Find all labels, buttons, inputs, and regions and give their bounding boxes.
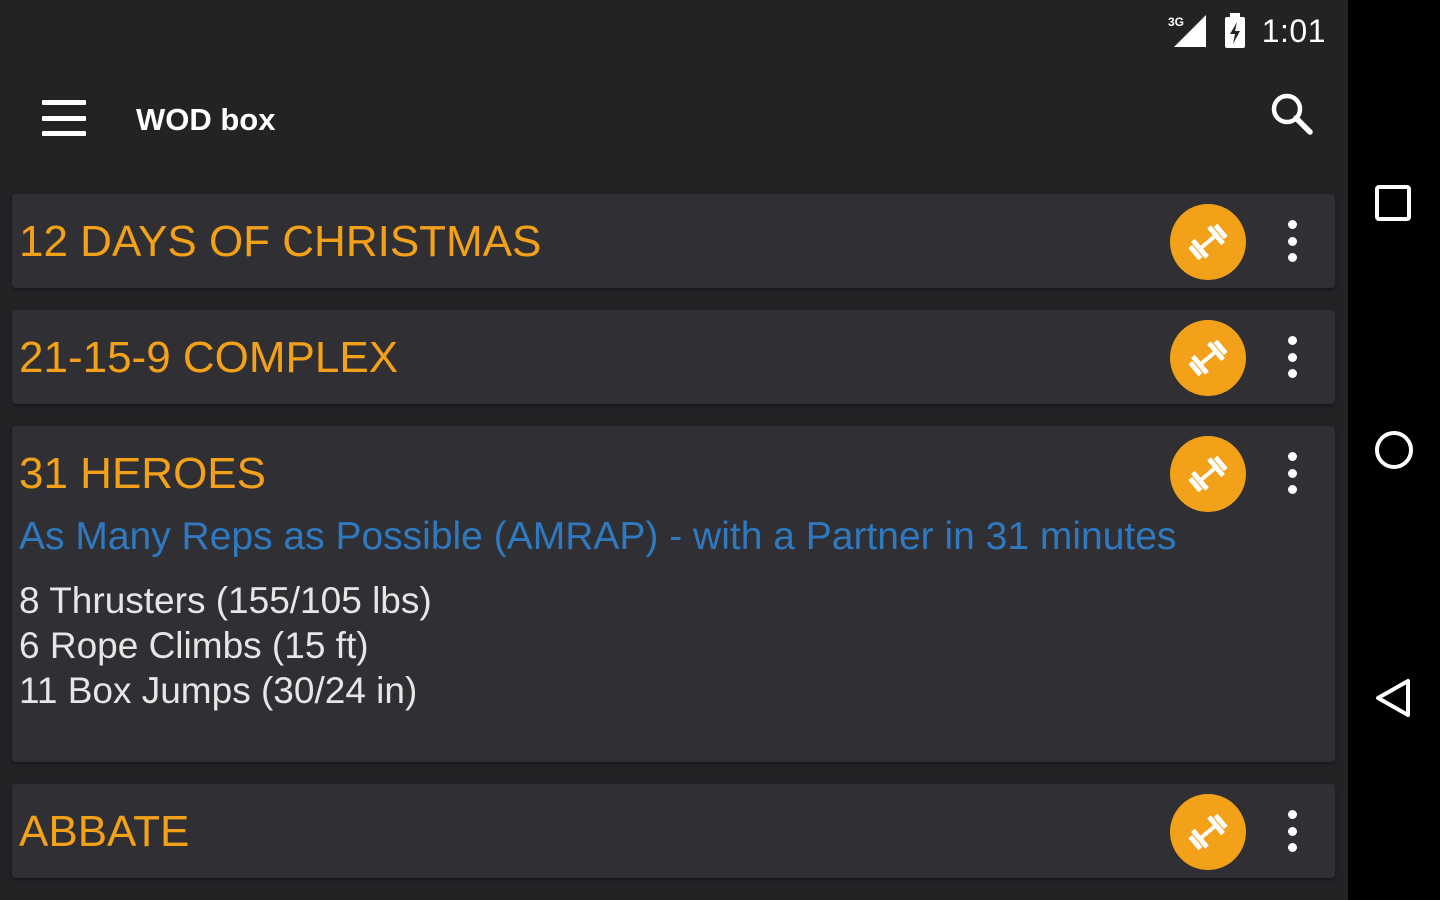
home-icon[interactable] (1372, 428, 1416, 472)
wod-card[interactable]: 21-15-9 COMPLEX (12, 310, 1335, 404)
dumbbell-icon[interactable] (1170, 204, 1246, 280)
more-vert-icon[interactable] (1280, 332, 1304, 382)
network-type-label: 3G (1168, 15, 1184, 29)
signal-icon: 3G (1168, 13, 1208, 49)
wod-card[interactable]: 12 DAYS OF CHRISTMAS (12, 194, 1335, 288)
status-bar: 3G 1:01 (0, 0, 1348, 62)
wod-list: 12 DAYS OF CHRISTMAS 21-15-9 COMPLEX 31 … (12, 194, 1335, 900)
movement-item: 6 Rope Climbs (15 ft) (19, 625, 369, 666)
app-bar: WOD box (0, 62, 1348, 174)
wod-title: 31 HEROES (19, 449, 266, 498)
search-icon[interactable] (1268, 90, 1318, 140)
wod-type: As Many Reps as Possible (AMRAP) - with … (19, 515, 1177, 558)
app-title: WOD box (136, 102, 276, 137)
more-vert-icon[interactable] (1280, 216, 1304, 266)
dumbbell-icon[interactable] (1170, 794, 1246, 870)
movement-item: 8 Thrusters (155/105 lbs) (19, 580, 432, 621)
wod-title: 21-15-9 COMPLEX (19, 333, 399, 382)
more-vert-icon[interactable] (1280, 806, 1304, 856)
back-icon[interactable] (1372, 676, 1416, 720)
app-screen: 3G 1:01 WOD box 12 DAYS OF CHRISTMAS 21-… (0, 0, 1348, 900)
wod-card[interactable]: ABBATE (12, 784, 1335, 878)
wod-title: ABBATE (19, 807, 190, 856)
recents-icon[interactable] (1372, 182, 1416, 226)
dumbbell-icon[interactable] (1170, 436, 1246, 512)
wod-movements: 8 Thrusters (155/105 lbs) 6 Rope Climbs … (19, 578, 432, 713)
wod-card-expanded[interactable]: 31 HEROES As Many Reps as Possible (AMRA… (12, 426, 1335, 762)
dumbbell-icon[interactable] (1170, 320, 1246, 396)
status-clock: 1:01 (1261, 12, 1326, 49)
movement-item: 11 Box Jumps (30/24 in) (19, 670, 418, 711)
more-vert-icon[interactable] (1280, 448, 1304, 498)
wod-title: 12 DAYS OF CHRISTMAS (19, 217, 542, 266)
battery-icon (1222, 13, 1248, 49)
menu-icon[interactable] (40, 98, 88, 138)
system-nav-bar (1348, 0, 1440, 900)
